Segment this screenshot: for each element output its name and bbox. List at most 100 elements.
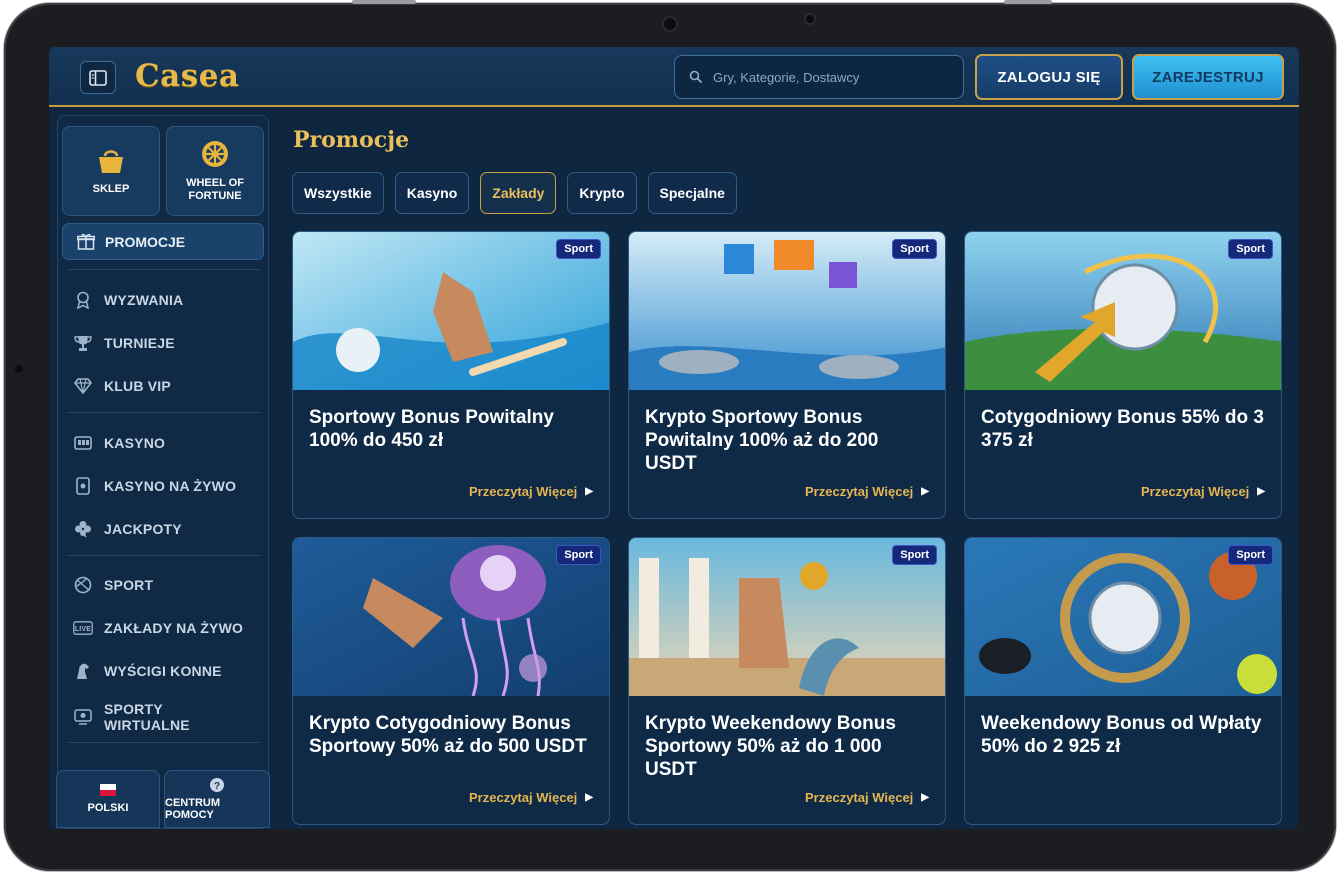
sidebar-item-kasyno[interactable]: KASYNO xyxy=(72,429,165,457)
sidebar-item-sporty-wirtualne[interactable]: SPORTY WIRTUALNE xyxy=(72,700,190,734)
front-camera xyxy=(664,18,676,30)
sidebar-item-kasyno-na-zywo[interactable]: KASYNO NA ŻYWO xyxy=(72,472,236,500)
promo-card-title: Weekendowy Bonus od Wpłaty 50% do 2 925 … xyxy=(981,713,1262,757)
filter-tab-specjalne[interactable]: Specjalne xyxy=(647,172,737,214)
sidebar-tile-wheel-of-fortune[interactable]: WHEEL OF FORTUNE xyxy=(166,126,264,216)
sidebar-item-wyzwania[interactable]: WYZWANIA xyxy=(72,286,183,314)
search-bar[interactable] xyxy=(674,55,964,99)
trophy-icon xyxy=(74,336,92,351)
sidebar-item-jackpoty[interactable]: JACKPOTY xyxy=(72,515,182,543)
sidebar-item-zaklady-na-zywo[interactable]: LIVE ZAKŁADY NA ŻYWO xyxy=(72,614,243,642)
sidebar-divider xyxy=(68,555,260,556)
filter-tab-wszystkie[interactable]: Wszystkie xyxy=(292,172,384,214)
side-sensor xyxy=(15,365,23,373)
search-icon xyxy=(689,70,703,84)
promo-card-badge: Sport xyxy=(556,545,601,565)
sidebar-item-label: SPORT xyxy=(104,577,154,593)
read-more-link[interactable]: Przeczytaj Więcej ▶ xyxy=(805,790,929,805)
language-selector[interactable]: POLSKI xyxy=(56,770,160,828)
sidebar-item-label: WYZWANIA xyxy=(104,292,184,308)
sidebar-item-label: KLUB VIP xyxy=(104,378,171,394)
play-arrow-icon: ▶ xyxy=(1257,486,1265,497)
sidebar-item-label: KASYNO xyxy=(104,435,166,451)
read-more-link[interactable]: Przeczytaj Więcej ▶ xyxy=(469,790,593,805)
sidebar-tile-label: SKLEP xyxy=(92,182,130,195)
slot-icon xyxy=(74,436,92,450)
sidebar-item-label: JACKPOTY xyxy=(104,521,182,537)
sidebar-item-label: TURNIEJE xyxy=(104,335,175,351)
gift-icon xyxy=(77,233,95,250)
promo-card-badge: Sport xyxy=(556,239,601,259)
medal-icon xyxy=(76,291,90,309)
promo-card[interactable]: Sport Weekendowy Bonus od Wpłaty 50% do … xyxy=(964,537,1282,825)
live-casino-icon xyxy=(76,477,90,495)
language-label: POLSKI xyxy=(87,802,129,814)
sidebar-item-promocje[interactable]: PROMOCJE xyxy=(62,223,264,260)
sidebar-item-sport[interactable]: SPORT xyxy=(72,571,153,599)
promo-filter-tabs: Wszystkie Kasyno Zakłady Krypto Specjaln… xyxy=(292,172,737,214)
sidebar-item-label: WYŚCIGI KONNE xyxy=(104,663,222,679)
sidebar-divider xyxy=(68,269,260,270)
power-button xyxy=(352,0,416,4)
help-icon: ? xyxy=(210,778,224,792)
read-more-link[interactable]: Przeczytaj Więcej ▶ xyxy=(469,484,593,499)
sidebar-item-turnieje[interactable]: TURNIEJE xyxy=(72,329,175,357)
promo-card[interactable]: Sport Krypto Sportowy Bonus Powitalny 10… xyxy=(628,231,946,519)
sidebar-item-label: PROMOCJE xyxy=(105,233,186,250)
read-more-label: Przeczytaj Więcej xyxy=(1141,484,1250,499)
promo-card[interactable]: Sport Sportowy Bonus Powitalny 100% do 4… xyxy=(292,231,610,519)
play-arrow-icon: ▶ xyxy=(585,792,593,803)
promo-card[interactable]: Sport Cotygodniowy Bonus 55% do 3 375 zł… xyxy=(964,231,1282,519)
help-center-button[interactable]: ? CENTRUM POMOCY xyxy=(164,770,270,828)
promo-card-badge: Sport xyxy=(1228,239,1273,259)
wheel-icon xyxy=(202,141,228,167)
flag-pl-icon xyxy=(100,784,116,796)
login-button[interactable]: ZALOGUJ SIĘ xyxy=(975,54,1123,100)
top-header: Casea ZALOGUJ SIĘ ZAREJESTRUJ xyxy=(49,47,1299,107)
diamond-icon xyxy=(74,378,92,394)
search-input[interactable] xyxy=(711,68,945,86)
svg-text:?: ? xyxy=(214,781,220,792)
promo-card-title: Sportowy Bonus Powitalny 100% do 450 zł xyxy=(309,407,554,451)
sidebar-item-label: SPORTY WIRTUALNE xyxy=(104,701,190,733)
read-more-label: Przeczytaj Więcej xyxy=(805,484,914,499)
sidebar-item-wyscigi-konne[interactable]: WYŚCIGI KONNE xyxy=(72,657,222,685)
filter-tab-krypto[interactable]: Krypto xyxy=(567,172,637,214)
read-more-label: Przeczytaj Więcej xyxy=(805,790,914,805)
promo-card[interactable]: Sport Krypto Weekendowy Bonus Sportowy 5… xyxy=(628,537,946,825)
sidebar-tile-shop[interactable]: SKLEP xyxy=(62,126,160,216)
shop-bag-icon xyxy=(99,149,123,173)
volume-button xyxy=(1004,0,1052,4)
clover-icon xyxy=(75,521,91,538)
read-more-link[interactable]: Przeczytaj Więcej ▶ xyxy=(1141,484,1265,499)
tablet-frame: Casea ZALOGUJ SIĘ ZAREJESTRUJ SKLEP xyxy=(4,0,1336,871)
promo-card-title: Cotygodniowy Bonus 55% do 3 375 zł xyxy=(981,407,1264,451)
live-icon: LIVE xyxy=(73,621,93,635)
read-more-label: Przeczytaj Więcej xyxy=(469,484,578,499)
sidebar-toggle-button[interactable] xyxy=(80,61,116,94)
read-more-link[interactable]: Przeczytaj Więcej ▶ xyxy=(805,484,929,499)
casea-logo[interactable]: Casea xyxy=(135,56,240,96)
sidebar-item-label: KASYNO NA ŻYWO xyxy=(104,478,237,494)
sidebar-item-klub-vip[interactable]: KLUB VIP xyxy=(72,372,171,400)
promo-card-title: Krypto Sportowy Bonus Powitalny 100% aż … xyxy=(645,407,879,474)
promo-card-badge: Sport xyxy=(892,545,937,565)
promo-card-badge: Sport xyxy=(892,239,937,259)
filter-tab-kasyno[interactable]: Kasyno xyxy=(394,172,470,214)
svg-text:LIVE: LIVE xyxy=(75,626,91,633)
promo-card-title: Krypto Weekendowy Bonus Sportowy 50% aż … xyxy=(645,713,896,780)
virtual-icon xyxy=(74,709,92,725)
filter-tab-zaklady[interactable]: Zakłady xyxy=(480,172,557,214)
sidebar-toggle-icon xyxy=(89,69,107,86)
promo-card-badge: Sport xyxy=(1228,545,1273,565)
sensor xyxy=(806,15,814,23)
sidebar-divider xyxy=(68,742,260,743)
horse-icon xyxy=(77,663,89,679)
register-button[interactable]: ZAREJESTRUJ xyxy=(1132,54,1284,100)
play-arrow-icon: ▶ xyxy=(921,486,929,497)
screen: Casea ZALOGUJ SIĘ ZAREJESTRUJ SKLEP xyxy=(49,47,1299,829)
promo-card[interactable]: Sport Krypto Cotygodniowy Bonus Sportowy… xyxy=(292,537,610,825)
read-more-label: Przeczytaj Więcej xyxy=(469,790,578,805)
sidebar-item-label: ZAKŁADY NA ŻYWO xyxy=(104,620,244,636)
sidebar-tile-label: WHEEL OF FORTUNE xyxy=(186,177,244,202)
